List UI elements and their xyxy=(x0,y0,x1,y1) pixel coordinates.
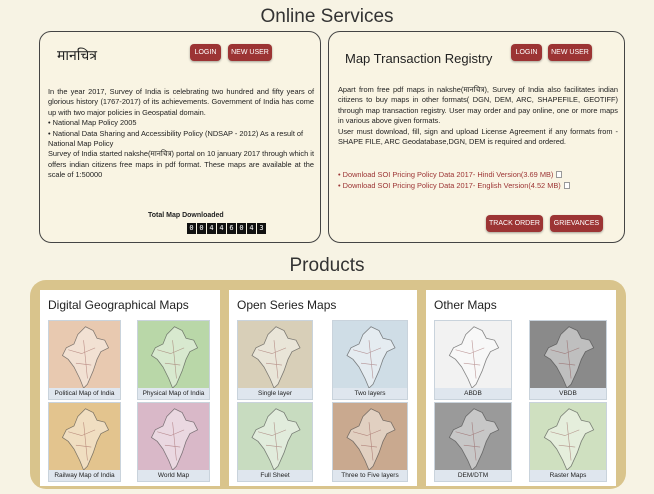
full-sheet-thumbnail[interactable]: Full Sheet xyxy=(237,402,313,482)
dem-dtm-thumbnail[interactable]: DEM/DTM xyxy=(434,402,512,482)
thumbnail-caption: Political Map of India xyxy=(49,388,120,399)
panel-title: Other Maps xyxy=(434,298,497,312)
world-map-thumbnail[interactable]: World Map xyxy=(137,402,210,482)
pricing-policy-links: • Download SOI Pricing Policy Data 2017-… xyxy=(338,169,623,191)
map-image xyxy=(530,321,606,390)
nakshe-bullet-1: • National Map Policy 2005 xyxy=(48,118,137,128)
hindi-pricing-policy-link[interactable]: • Download SOI Pricing Policy Data 2017-… xyxy=(338,169,623,180)
thumbnail-caption: VBDB xyxy=(530,388,606,399)
map-image xyxy=(238,321,312,390)
raster-maps-thumbnail[interactable]: Raster Maps xyxy=(529,402,607,482)
digital-geographical-maps-panel: Digital Geographical Maps Political Map … xyxy=(40,290,220,486)
track-order-button[interactable]: TRACK ORDER xyxy=(486,215,543,232)
counter-digit: 4 xyxy=(247,223,256,234)
nakshe-new-user-button[interactable]: NEW USER xyxy=(228,44,272,61)
map-image xyxy=(333,321,407,390)
online-services-title: Online Services xyxy=(260,6,394,27)
map-image xyxy=(435,321,511,390)
map-transaction-heading: Map Transaction Registry xyxy=(345,51,493,66)
registry-new-user-button[interactable]: NEW USER xyxy=(548,44,592,61)
map-image xyxy=(333,403,407,472)
thumbnail-caption: Two layers xyxy=(333,388,407,399)
panel-title: Digital Geographical Maps xyxy=(48,298,189,312)
map-image xyxy=(138,403,209,472)
registry-login-button[interactable]: LOGIN xyxy=(511,44,542,61)
map-image xyxy=(49,403,120,472)
counter-digit: 6 xyxy=(227,223,236,234)
railway-map-thumbnail[interactable]: Railway Map of India xyxy=(48,402,121,482)
download-counter-label: Total Map Downloaded xyxy=(148,212,224,219)
counter-digit: 4 xyxy=(207,223,216,234)
counter-digit: 0 xyxy=(197,223,206,234)
political-map-thumbnail[interactable]: Political Map of India xyxy=(48,320,121,400)
counter-digit: 0 xyxy=(237,223,246,234)
thumbnail-caption: Raster Maps xyxy=(530,470,606,481)
nakshe-description: In the year 2017, Survey of India is cel… xyxy=(48,87,314,181)
grievances-button[interactable]: GRIEVANCES xyxy=(550,215,603,232)
counter-digit: 0 xyxy=(187,223,196,234)
download-counter: 00446043 xyxy=(187,223,266,234)
thumbnail-caption: Single layer xyxy=(238,388,312,399)
panel-title: Open Series Maps xyxy=(237,298,337,312)
map-image xyxy=(435,403,511,472)
map-image xyxy=(138,321,209,390)
thumbnail-caption: DEM/DTM xyxy=(435,470,511,481)
map-transaction-card: Map Transaction Registry LOGIN NEW USER … xyxy=(328,31,625,243)
registry-description: Apart from free pdf maps in nakshe(मानचि… xyxy=(338,85,618,147)
registry-para-1: Apart from free pdf maps in nakshe(मानचि… xyxy=(338,85,618,126)
thumbnail-caption: ABDB xyxy=(435,388,511,399)
nakshe-card: मानचित्र LOGIN NEW USER In the year 2017… xyxy=(39,31,321,243)
nakshe-bullet-2: • National Data Sharing and Accessibilit… xyxy=(48,128,304,149)
nakshe-para-1: In the year 2017, Survey of India is cel… xyxy=(48,87,314,117)
english-pricing-policy-link[interactable]: • Download SOI Pricing Policy Data 2017-… xyxy=(338,180,623,191)
registry-para-2: User must download, fill, sign and uploa… xyxy=(338,126,618,147)
pdf-icon xyxy=(556,171,563,178)
abdb-thumbnail[interactable]: ABDB xyxy=(434,320,512,400)
other-maps-panel: Other Maps ABDB VBDB DEM/DTM Raster Maps xyxy=(426,290,616,486)
map-image xyxy=(530,403,606,472)
single-layer-thumbnail[interactable]: Single layer xyxy=(237,320,313,400)
nakshe-para-2: Survey of India started nakshe(मानचित्र)… xyxy=(48,149,314,180)
thumbnail-caption: Physical Map of India xyxy=(138,388,209,399)
three-to-five-layers-thumbnail[interactable]: Three to Five layers xyxy=(332,402,408,482)
nakshe-heading: मानचित्र xyxy=(57,47,98,63)
counter-digit: 3 xyxy=(257,223,266,234)
products-title: Products xyxy=(289,255,365,276)
nakshe-login-button[interactable]: LOGIN xyxy=(190,44,221,61)
thumbnail-caption: Railway Map of India xyxy=(49,470,120,481)
physical-map-thumbnail[interactable]: Physical Map of India xyxy=(137,320,210,400)
thumbnail-caption: Full Sheet xyxy=(238,470,312,481)
map-image xyxy=(238,403,312,472)
counter-digit: 4 xyxy=(217,223,226,234)
map-image xyxy=(49,321,120,390)
vbdb-thumbnail[interactable]: VBDB xyxy=(529,320,607,400)
thumbnail-caption: Three to Five layers xyxy=(333,470,407,481)
thumbnail-caption: World Map xyxy=(138,470,209,481)
two-layers-thumbnail[interactable]: Two layers xyxy=(332,320,408,400)
pdf-icon xyxy=(563,182,570,189)
open-series-maps-panel: Open Series Maps Single layer Two layers F… xyxy=(229,290,417,486)
